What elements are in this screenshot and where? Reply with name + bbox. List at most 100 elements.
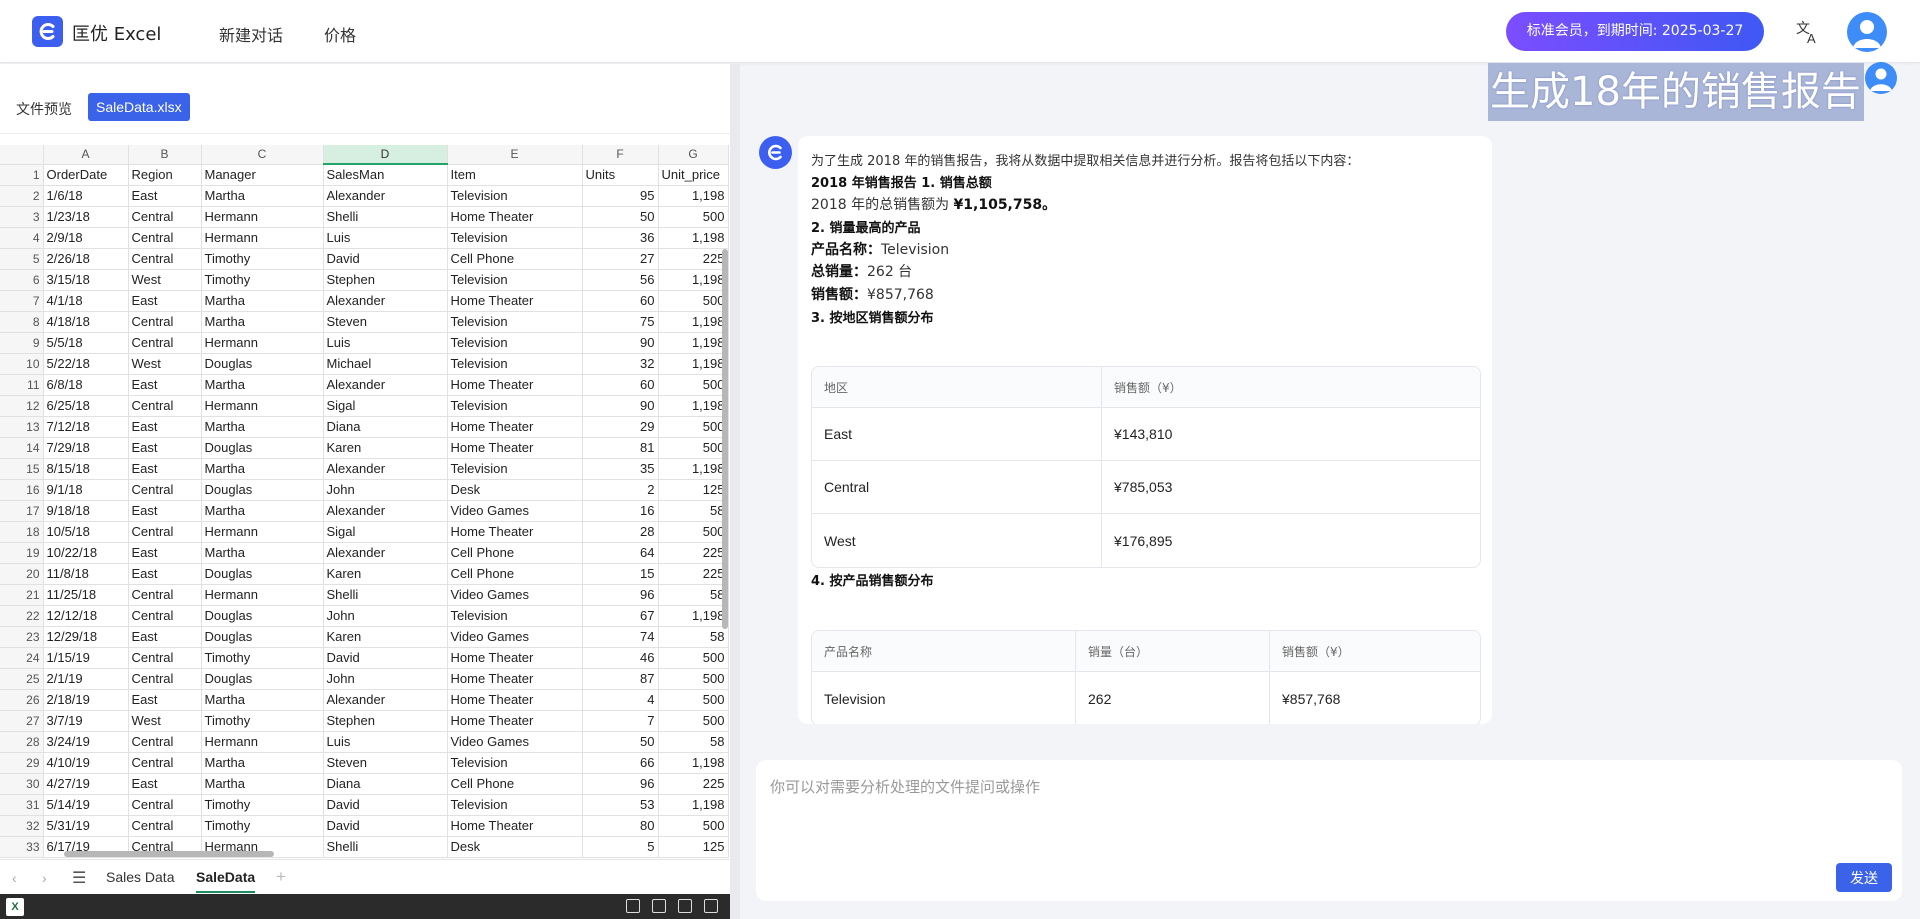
sheet-cell[interactable]: Shelli xyxy=(323,206,448,228)
sheet-cell[interactable]: Home Theater xyxy=(447,437,583,459)
sheet-cell[interactable]: Central xyxy=(128,752,202,774)
sheet-cell[interactable]: 1,198 xyxy=(658,794,729,816)
sheet-cell[interactable]: 81 xyxy=(582,437,659,459)
sheet-cell[interactable]: West xyxy=(128,269,202,291)
sheet-cell[interactable]: 5/31/19 xyxy=(43,815,129,837)
sheet-cell[interactable]: 4/10/19 xyxy=(43,752,129,774)
sheet-cell[interactable]: 225 xyxy=(658,563,729,585)
translate-icon[interactable]: 文A xyxy=(1795,19,1821,46)
nav-new-chat[interactable]: 新建对话 xyxy=(219,22,283,46)
sheet-cell[interactable]: Central xyxy=(128,227,202,249)
sheet-cell[interactable]: OrderDate xyxy=(43,164,129,186)
sheet-cell[interactable]: 5/22/18 xyxy=(43,353,129,375)
sheet-cell[interactable]: Television xyxy=(447,353,583,375)
row-number[interactable]: 11 xyxy=(0,374,44,396)
column-letter-header[interactable]: C xyxy=(201,145,324,165)
sheet-cell[interactable]: Alexander xyxy=(323,374,448,396)
sheet-cell[interactable]: Home Theater xyxy=(447,668,583,690)
sheet-cell[interactable]: 500 xyxy=(658,416,729,438)
sheet-cell[interactable]: Central xyxy=(128,311,202,333)
nav-pricing[interactable]: 价格 xyxy=(324,22,356,46)
sheet-cell[interactable]: 50 xyxy=(582,731,659,753)
row-number[interactable]: 1 xyxy=(0,164,44,186)
sheet-cell[interactable]: Luis xyxy=(323,332,448,354)
fullscreen-icon[interactable] xyxy=(704,899,718,913)
sheet-cell[interactable]: Television xyxy=(447,794,583,816)
sheet-cell[interactable]: 7/12/18 xyxy=(43,416,129,438)
sheet-cell[interactable]: Alexander xyxy=(323,185,448,207)
sheet-cell[interactable]: Television xyxy=(447,605,583,627)
sheet-cell[interactable]: Martha xyxy=(201,185,324,207)
sheet-cell[interactable]: Martha xyxy=(201,500,324,522)
sheet-cell[interactable]: Home Theater xyxy=(447,374,583,396)
sheet-cell[interactable]: David xyxy=(323,647,448,669)
sheet-cell[interactable]: 2/18/19 xyxy=(43,689,129,711)
sheet-cell[interactable]: Karen xyxy=(323,626,448,648)
sheet-cell[interactable]: Central xyxy=(128,815,202,837)
sheet-cell[interactable]: 11/25/18 xyxy=(43,584,129,606)
sheet-cell[interactable]: Home Theater xyxy=(447,521,583,543)
sheet-cell[interactable]: 10/5/18 xyxy=(43,521,129,543)
row-number[interactable]: 7 xyxy=(0,290,44,312)
sheet-cell[interactable]: 58 xyxy=(658,626,729,648)
sheet-cell[interactable]: Martha xyxy=(201,773,324,795)
sheet-cell[interactable]: David xyxy=(323,815,448,837)
sheet-cell[interactable]: Manager xyxy=(201,164,324,186)
sheet-cell[interactable]: 7 xyxy=(582,710,659,732)
sheet-cell[interactable]: 6/25/18 xyxy=(43,395,129,417)
column-letter-header[interactable]: A xyxy=(43,145,129,165)
sheet-cell[interactable]: SalesMan xyxy=(323,164,448,186)
sheet-cell[interactable]: Timothy xyxy=(201,815,324,837)
sheet-cell[interactable]: West xyxy=(128,353,202,375)
row-number[interactable]: 23 xyxy=(0,626,44,648)
sheet-cell[interactable]: Luis xyxy=(323,731,448,753)
sheet-cell[interactable]: 500 xyxy=(658,521,729,543)
sheet-cell[interactable]: 1/15/19 xyxy=(43,647,129,669)
sheet-cell[interactable]: East xyxy=(128,626,202,648)
sheet-cell[interactable]: Douglas xyxy=(201,626,324,648)
sheet-cell[interactable]: Desk xyxy=(447,479,583,501)
sheet-cell[interactable]: 3/7/19 xyxy=(43,710,129,732)
sheet-cell[interactable]: Karen xyxy=(323,563,448,585)
sheet-cell[interactable]: Home Theater xyxy=(447,647,583,669)
row-number[interactable]: 5 xyxy=(0,248,44,270)
row-number[interactable]: 21 xyxy=(0,584,44,606)
sheet-cell[interactable]: 9/18/18 xyxy=(43,500,129,522)
chat-input[interactable] xyxy=(770,776,1870,856)
column-letter-header[interactable]: E xyxy=(447,145,583,165)
row-number[interactable]: 14 xyxy=(0,437,44,459)
sheet-cell[interactable]: Hermann xyxy=(201,395,324,417)
app-logo-icon[interactable] xyxy=(32,16,63,47)
sheet-list-icon[interactable]: ☰ xyxy=(72,868,86,888)
save-icon[interactable] xyxy=(652,899,666,913)
sheet-cell[interactable]: Martha xyxy=(201,290,324,312)
sheet-cell[interactable]: 1/23/18 xyxy=(43,206,129,228)
sheet-cell[interactable]: Video Games xyxy=(447,500,583,522)
sheet-cell[interactable]: Alexander xyxy=(323,500,448,522)
row-number[interactable]: 31 xyxy=(0,794,44,816)
sheet-cell[interactable]: Central xyxy=(128,395,202,417)
sheet-cell[interactable]: Timothy xyxy=(201,248,324,270)
sheet-cell[interactable]: 1/6/18 xyxy=(43,185,129,207)
sheet-cell[interactable]: 67 xyxy=(582,605,659,627)
sheet-cell[interactable]: 500 xyxy=(658,689,729,711)
sheet-cell[interactable]: 1,198 xyxy=(658,605,729,627)
sheet-cell[interactable]: 2/1/19 xyxy=(43,668,129,690)
sheet-cell[interactable]: Timothy xyxy=(201,710,324,732)
sheet-cell[interactable]: Video Games xyxy=(447,731,583,753)
sheet-cell[interactable]: 12/12/18 xyxy=(43,605,129,627)
spreadsheet-table[interactable]: ABCDEFG 1 OrderDate Region Manager SalesMan I… xyxy=(0,145,729,858)
sheet-cell[interactable]: Diana xyxy=(323,773,448,795)
row-number[interactable]: 25 xyxy=(0,668,44,690)
sheet-cell[interactable]: Karen xyxy=(323,437,448,459)
row-number[interactable]: 32 xyxy=(0,815,44,837)
sheet-cell[interactable]: 3/15/18 xyxy=(43,269,129,291)
sheet-cell[interactable]: 74 xyxy=(582,626,659,648)
sheet-cell[interactable]: Units xyxy=(582,164,659,186)
horizontal-scrollbar[interactable] xyxy=(44,850,714,858)
sheet-cell[interactable]: East xyxy=(128,416,202,438)
row-number[interactable]: 28 xyxy=(0,731,44,753)
sheet-cell[interactable]: 28 xyxy=(582,521,659,543)
sheet-cell[interactable]: Sigal xyxy=(323,395,448,417)
sheet-cell[interactable]: John xyxy=(323,605,448,627)
